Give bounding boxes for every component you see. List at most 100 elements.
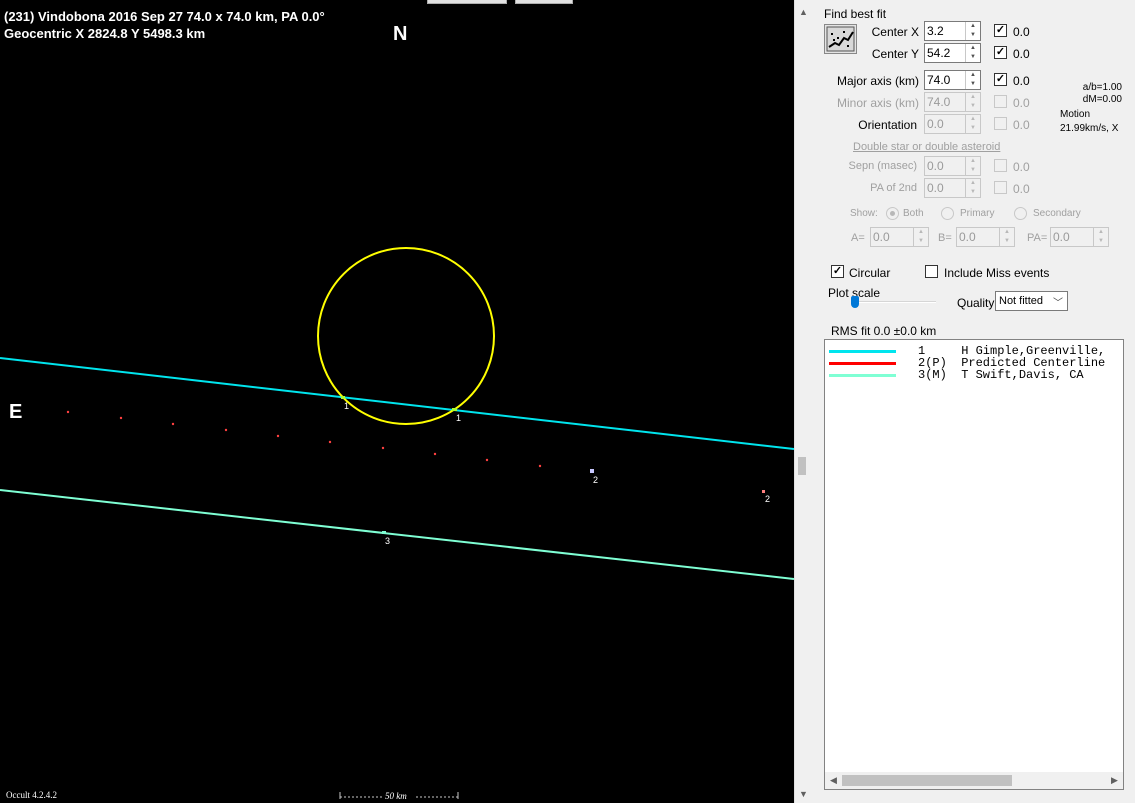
scroll-up-icon[interactable]: ▲	[795, 4, 812, 21]
scroll-right-icon[interactable]: ▶	[1106, 772, 1123, 789]
predicted-dot	[66, 410, 70, 414]
a-input[interactable]: 0.0 ▲ ▼	[870, 227, 929, 247]
sepn-value: 0.0	[927, 159, 944, 173]
hidden-toolbar-button[interactable]	[427, 0, 507, 4]
pa-2nd-label: PA of 2nd	[870, 182, 917, 194]
predicted-dot	[433, 452, 437, 456]
include-miss-checkbox[interactable]	[925, 265, 938, 278]
b-input[interactable]: 0.0 ▲ ▼	[956, 227, 1015, 247]
scroll-thumb[interactable]	[842, 775, 1012, 786]
pa-label: PA=	[1027, 232, 1048, 244]
spin-down-icon[interactable]: ▼	[966, 31, 980, 40]
major-axis-value: 74.0	[927, 73, 951, 87]
motion-value: 21.99km/s, X	[1060, 123, 1119, 134]
center-y-check-value: 0.0	[1013, 47, 1030, 61]
pa-input[interactable]: 0.0 ▲ ▼	[1050, 227, 1109, 247]
east-label: E	[9, 401, 23, 423]
pa-2nd-input[interactable]: 0.0 ▲ ▼	[924, 178, 981, 198]
show-secondary-label: Secondary	[1033, 208, 1081, 219]
delta-magnitude: dM=0.00	[1082, 94, 1122, 105]
spin-up-icon[interactable]: ▲	[1094, 228, 1108, 237]
b-value: 0.0	[959, 230, 976, 244]
sepn-checkbox[interactable]	[994, 159, 1007, 172]
spin-down-icon[interactable]: ▼	[966, 53, 980, 62]
minor-axis-check-value: 0.0	[1013, 96, 1030, 110]
minor-axis-input[interactable]: 74.0 ▲ ▼	[924, 92, 981, 112]
spin-down-icon[interactable]: ▼	[914, 237, 928, 246]
spin-up-icon[interactable]: ▲	[966, 71, 980, 80]
spin-down-icon[interactable]: ▼	[1000, 237, 1014, 246]
plot-scale-slider-thumb[interactable]	[851, 296, 859, 308]
predicted-dot	[485, 458, 489, 462]
orientation-checkbox[interactable]	[994, 117, 1007, 130]
event-tick-2a	[590, 469, 594, 473]
show-both-radio[interactable]	[886, 207, 899, 220]
observer-list-hscrollbar[interactable]: ◀ ▶	[825, 772, 1123, 789]
major-axis-checkbox[interactable]: ✓	[994, 73, 1007, 86]
spin-down-icon[interactable]: ▼	[966, 188, 980, 197]
major-axis-label: Major axis (km)	[836, 74, 919, 88]
scale-label: 50 km	[385, 791, 407, 801]
spin-up-icon[interactable]: ▲	[966, 44, 980, 53]
center-x-checkbox[interactable]: ✓	[994, 24, 1007, 37]
spin-down-icon[interactable]: ▼	[966, 80, 980, 89]
predicted-dot	[381, 446, 385, 450]
minor-axis-label: Minor axis (km)	[836, 96, 919, 110]
spin-up-icon[interactable]: ▲	[966, 93, 980, 102]
observer-list[interactable]: 1 H Gimple,Greenville, 2(P) Predicted Ce…	[824, 339, 1124, 790]
a-label: A=	[851, 232, 865, 244]
hidden-toolbar-button[interactable]	[515, 0, 573, 4]
marker-label: 1	[344, 401, 350, 411]
orientation-label: Orientation	[858, 118, 917, 132]
pa-2nd-checkbox[interactable]	[994, 181, 1007, 194]
predicted-dot	[119, 416, 123, 420]
plot-geocentric-coords: Geocentric X 2824.8 Y 5498.3 km	[4, 26, 206, 41]
quality-select[interactable]: Not fitted ﹀	[995, 291, 1068, 311]
spin-down-icon[interactable]: ▼	[966, 166, 980, 175]
spin-down-icon[interactable]: ▼	[966, 124, 980, 133]
spin-up-icon[interactable]: ▲	[966, 179, 980, 188]
fit-control-panel: Find best fit Center X 3.2 ▲ ▼ ✓ 0.0 Cent…	[811, 0, 1135, 803]
quality-value: Not fitted	[999, 295, 1044, 307]
spin-up-icon[interactable]: ▲	[914, 228, 928, 237]
circular-checkbox[interactable]: ✓	[831, 265, 844, 278]
event-tick-1a	[341, 396, 345, 399]
sepn-check-value: 0.0	[1013, 160, 1030, 174]
center-x-label: Center X	[871, 25, 919, 39]
center-x-check-value: 0.0	[1013, 25, 1030, 39]
center-y-input[interactable]: 54.2 ▲ ▼	[924, 43, 981, 63]
predicted-dot	[538, 464, 542, 468]
center-x-input[interactable]: 3.2 ▲ ▼	[924, 21, 981, 41]
pa-2nd-check-value: 0.0	[1013, 182, 1030, 196]
spin-down-icon[interactable]: ▼	[966, 102, 980, 111]
show-primary-radio[interactable]	[941, 207, 954, 220]
scroll-thumb[interactable]	[798, 457, 806, 475]
spin-down-icon[interactable]: ▼	[1094, 237, 1108, 246]
show-both-label: Both	[903, 208, 924, 219]
minor-axis-checkbox[interactable]	[994, 95, 1007, 108]
vertical-scrollbar[interactable]: ▲ ▼	[794, 0, 811, 803]
double-star-link[interactable]: Double star or double asteroid	[853, 141, 1000, 153]
plot-scale-slider-track[interactable]	[854, 301, 936, 303]
major-axis-input[interactable]: 74.0 ▲ ▼	[924, 70, 981, 90]
find-best-fit-button[interactable]	[824, 24, 857, 54]
spin-up-icon[interactable]: ▲	[1000, 228, 1014, 237]
scroll-down-icon[interactable]: ▼	[795, 786, 812, 803]
show-secondary-radio[interactable]	[1014, 207, 1027, 220]
predicted-dot	[171, 422, 175, 426]
plot-area[interactable]: (231) Vindobona 2016 Sep 27 74.0 x 74.0 …	[0, 0, 794, 803]
center-y-checkbox[interactable]: ✓	[994, 46, 1007, 59]
orientation-input[interactable]: 0.0 ▲ ▼	[924, 114, 981, 134]
spin-up-icon[interactable]: ▲	[966, 157, 980, 166]
chord-line-3	[0, 489, 794, 580]
scroll-left-icon[interactable]: ◀	[825, 772, 842, 789]
spin-up-icon[interactable]: ▲	[966, 22, 980, 31]
sepn-input[interactable]: 0.0 ▲ ▼	[924, 156, 981, 176]
sepn-label: Sepn (masec)	[848, 160, 917, 172]
observer-row-3[interactable]: 3(M) T Swift,Davis, CA	[825, 369, 1123, 381]
orientation-check-value: 0.0	[1013, 118, 1030, 132]
quality-label: Quality	[957, 296, 995, 310]
marker-label: 1	[456, 413, 462, 423]
north-label: N	[393, 23, 408, 45]
spin-up-icon[interactable]: ▲	[966, 115, 980, 124]
